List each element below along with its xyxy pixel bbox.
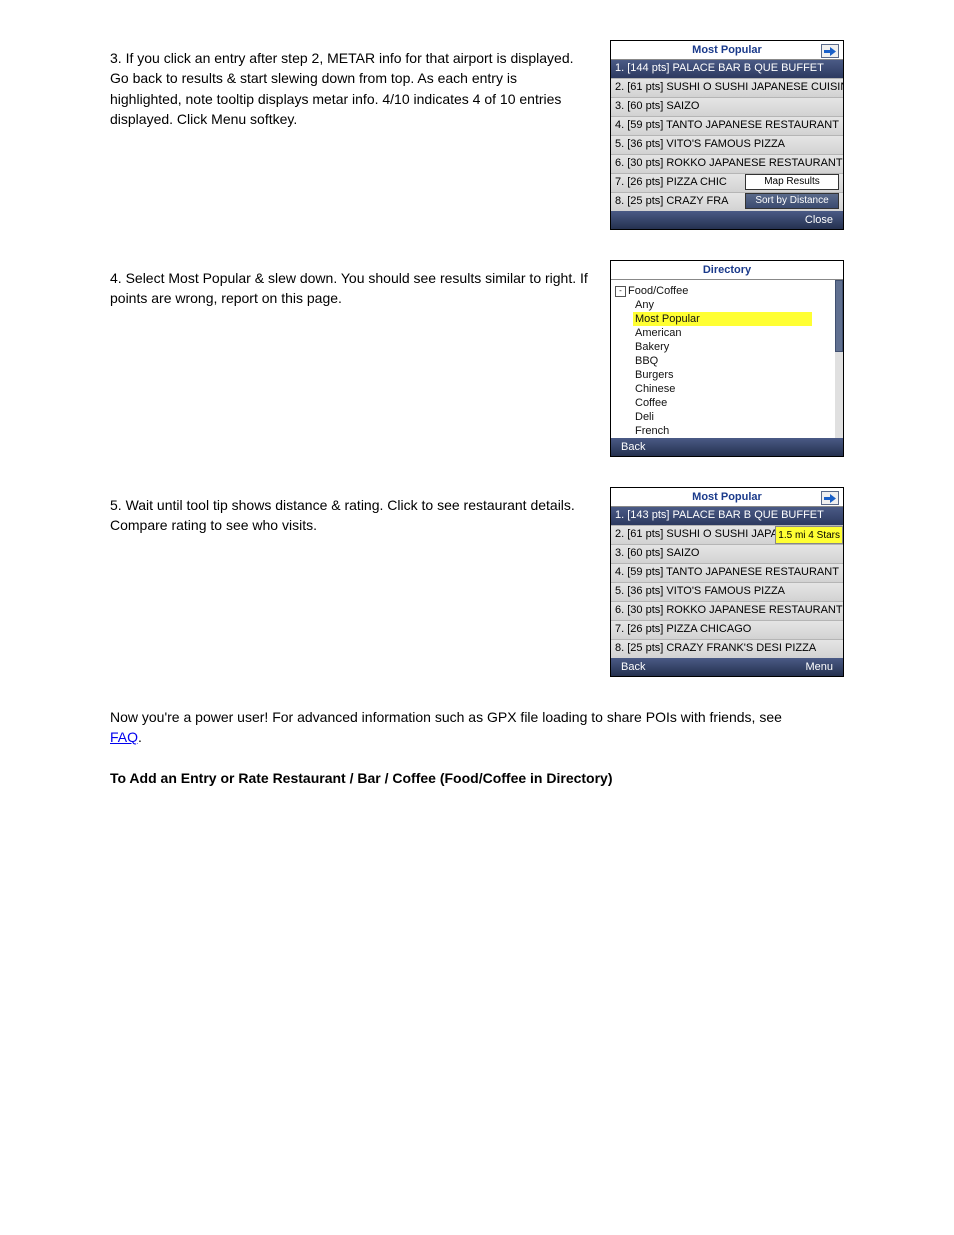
screen-5-title: Most Popular	[611, 488, 843, 507]
list-item[interactable]: 1. [143 pts] PALACE BAR B QUE BUFFET	[611, 507, 843, 526]
screen-4-footer: Back	[611, 438, 843, 456]
list-item[interactable]: 3. [60 pts] SAIZO	[611, 545, 843, 564]
screen-4-title: Directory	[611, 261, 843, 280]
screen-5-list: 1. [143 pts] PALACE BAR B QUE BUFFET 2. …	[611, 507, 843, 658]
faq-link[interactable]: FAQ	[110, 729, 138, 745]
tree-item-american[interactable]: American	[633, 326, 831, 340]
scroll-thumb[interactable]	[835, 280, 843, 352]
menu-sort-by-distance[interactable]: Sort by Distance	[745, 193, 839, 209]
list-item[interactable]: 5. [36 pts] VITO'S FAMOUS PIZZA	[611, 136, 843, 155]
list-item[interactable]: 2. [61 pts] SUSHI O SUSHI JAPANESE CUISI…	[611, 79, 843, 98]
list-item[interactable]: 7. [26 pts] PIZZA CHICAGO	[611, 621, 843, 640]
list-item[interactable]: 6. [30 pts] ROKKO JAPANESE RESTAURANT	[611, 155, 843, 174]
tree-item-french[interactable]: French	[633, 424, 831, 438]
tree-item-bakery[interactable]: Bakery	[633, 340, 831, 354]
scrollbar[interactable]	[835, 280, 843, 438]
next-arrow-icon[interactable]	[821, 44, 839, 58]
collapse-icon[interactable]: -	[615, 286, 626, 297]
list-item[interactable]: 6. [30 pts] ROKKO JAPANESE RESTAURANT	[611, 602, 843, 621]
list-item[interactable]: 4. [59 pts] TANTO JAPANESE RESTAURANT	[611, 117, 843, 136]
screen-4: Directory -Food/Coffee Any Most Popular …	[610, 260, 844, 457]
list-item[interactable]: 5. [36 pts] VITO'S FAMOUS PIZZA	[611, 583, 843, 602]
list-item[interactable]: 3. [60 pts] SAIZO	[611, 98, 843, 117]
screen-5-footer: Back Menu	[611, 658, 843, 676]
tree-item-any[interactable]: Any	[633, 298, 831, 312]
screen-5: Most Popular 1. [143 pts] PALACE BAR B Q…	[610, 487, 844, 677]
tree-parent[interactable]: -Food/Coffee	[615, 284, 831, 298]
tree-item-deli[interactable]: Deli	[633, 410, 831, 424]
list-item[interactable]: 1. [144 pts] PALACE BAR B QUE BUFFET	[611, 60, 843, 79]
screen-3-footer: Close	[611, 211, 843, 229]
back-button[interactable]: Back	[621, 441, 645, 453]
section-heading: To Add an Entry or Rate Restaurant / Bar…	[110, 768, 810, 788]
list-item[interactable]: 4. [59 pts] TANTO JAPANESE RESTAURANT	[611, 564, 843, 583]
list-item[interactable]: 8. [25 pts] CRAZY FRA Sort by Distance	[611, 193, 843, 211]
distance-rating-tooltip: 1.5 mi 4 Stars	[775, 526, 843, 544]
menu-map-results[interactable]: Map Results	[745, 174, 839, 190]
tree-item-chinese[interactable]: Chinese	[633, 382, 831, 396]
step-3-text: 3. If you click an entry after step 2, M…	[110, 40, 590, 129]
close-button[interactable]: Close	[805, 214, 833, 226]
tree-item-most-popular[interactable]: Most Popular	[633, 312, 812, 326]
tree-item-bbq[interactable]: BBQ	[633, 354, 831, 368]
screen-3-list: 1. [144 pts] PALACE BAR B QUE BUFFET 2. …	[611, 60, 843, 211]
menu-button[interactable]: Menu	[805, 661, 833, 673]
directory-tree: -Food/Coffee Any Most Popular American B…	[611, 280, 835, 438]
list-item[interactable]: 2. [61 pts] SUSHI O SUSHI JAPAN 1.5 mi 4…	[611, 526, 843, 545]
step-4-text: 4. Select Most Popular & slew down. You …	[110, 260, 590, 309]
list-item[interactable]: 7. [26 pts] PIZZA CHIC Map Results	[611, 174, 843, 193]
tree-item-burgers[interactable]: Burgers	[633, 368, 831, 382]
screen-3-title: Most Popular	[611, 41, 843, 60]
step-5-text: 5. Wait until tool tip shows distance & …	[110, 487, 590, 536]
list-item[interactable]: 8. [25 pts] CRAZY FRANK'S DESI PIZZA	[611, 640, 843, 658]
back-button[interactable]: Back	[621, 661, 645, 673]
screen-3: Most Popular 1. [144 pts] PALACE BAR B Q…	[610, 40, 844, 230]
tree-item-coffee[interactable]: Coffee	[633, 396, 831, 410]
next-arrow-icon[interactable]	[821, 491, 839, 505]
closing-paragraph: Now you're a power user! For advanced in…	[110, 707, 810, 748]
